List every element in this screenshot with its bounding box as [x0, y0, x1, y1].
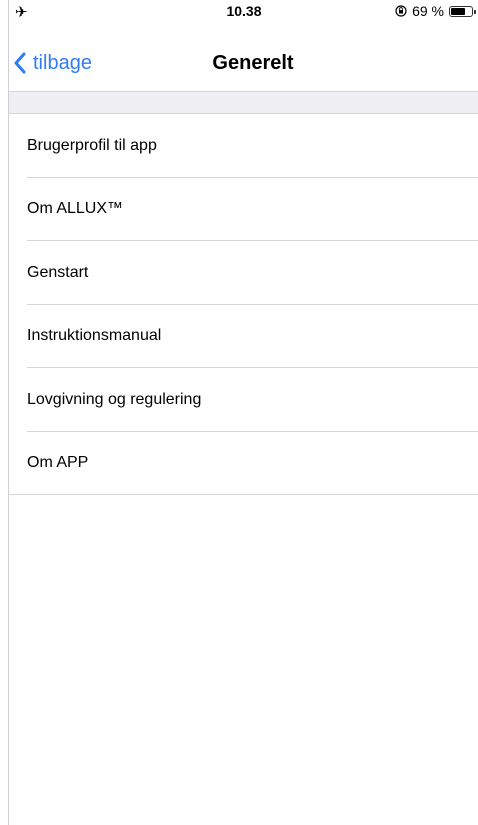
menu-item-label: Lovgivning og regulering: [27, 390, 202, 408]
page-title: Generelt: [212, 52, 294, 74]
menu-item-lovgivning[interactable]: Lovgivning og regulering: [9, 368, 478, 432]
menu-item-label: Genstart: [27, 263, 89, 281]
battery-icon: [449, 5, 476, 17]
menu-item-brugerprofil[interactable]: Brugerprofil til app: [9, 114, 478, 178]
orientation-lock-icon: [395, 5, 407, 17]
status-right: 69 %: [395, 3, 476, 19]
menu-item-om-allux[interactable]: Om ALLUX™: [9, 178, 478, 242]
battery-fill: [451, 7, 465, 15]
status-bar: ✈ 10.38 69 %: [9, 0, 478, 22]
section-gap: [9, 92, 478, 114]
menu-item-instruktionsmanual[interactable]: Instruktionsmanual: [9, 305, 478, 369]
menu-item-label: Brugerprofil til app: [27, 136, 157, 154]
menu-item-om-app[interactable]: Om APP: [9, 432, 478, 496]
menu-item-genstart[interactable]: Genstart: [9, 241, 478, 305]
settings-menu: Brugerprofil til app Om ALLUX™ Genstart …: [9, 114, 478, 495]
menu-item-label: Om APP: [27, 454, 89, 472]
app-screen: ✈ 10.38 69 % tilbage Generelt Brugerprof…: [8, 0, 478, 825]
navigation-bar: tilbage Generelt: [9, 22, 478, 92]
menu-item-label: Instruktionsmanual: [27, 327, 162, 345]
menu-item-label: Om ALLUX™: [27, 200, 124, 218]
battery-percent: 69 %: [412, 3, 444, 19]
